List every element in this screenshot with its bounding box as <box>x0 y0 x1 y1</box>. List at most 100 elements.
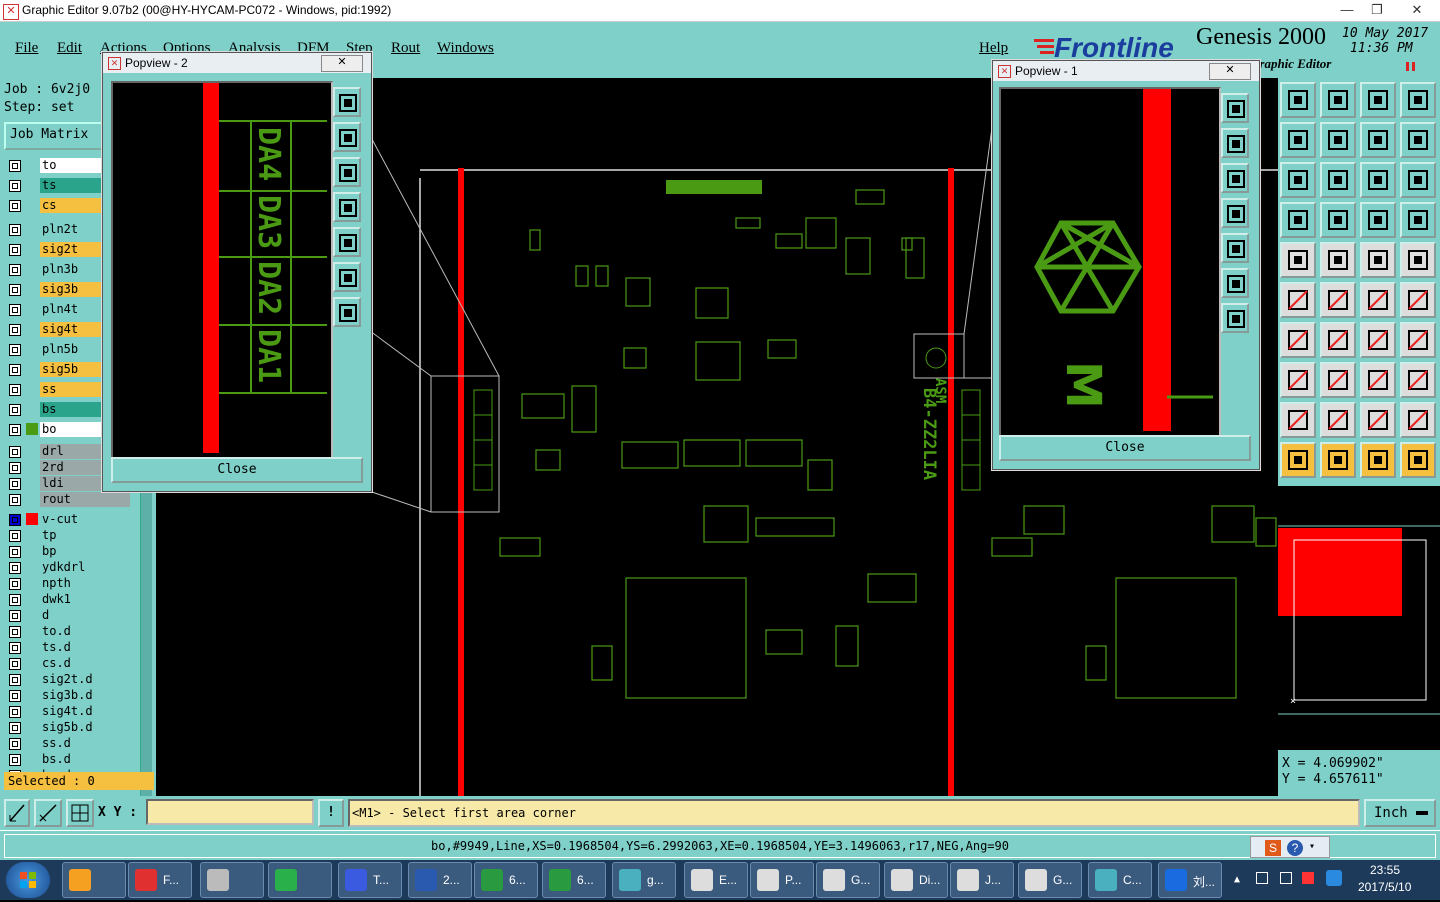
tray-network-icon[interactable] <box>1280 872 1292 884</box>
snap-tool-button[interactable] <box>4 799 30 827</box>
popview-2-close-x-button[interactable]: ✕ <box>321 55 363 72</box>
flip-tool-button[interactable] <box>1400 122 1436 158</box>
layer-checkbox[interactable] <box>9 546 21 558</box>
taskbar-item[interactable]: F... <box>128 862 192 898</box>
rotate-tool-button[interactable] <box>1360 322 1396 358</box>
layer-checkbox[interactable] <box>9 180 21 192</box>
start-button[interactable] <box>6 862 50 898</box>
triangle-tool-button[interactable] <box>1280 402 1316 438</box>
popview-1-view[interactable]: M <box>999 87 1221 437</box>
layer-checkbox[interactable] <box>9 364 21 376</box>
line-tool-button[interactable] <box>1320 322 1356 358</box>
swap-tool-button[interactable] <box>1360 122 1396 158</box>
popview-tool-button[interactable] <box>333 262 361 292</box>
ruler-tool-button[interactable] <box>1360 242 1396 278</box>
taskbar-item[interactable]: P... <box>750 862 814 898</box>
layer-checkbox[interactable] <box>9 200 21 212</box>
taskbar-item[interactable]: 6... <box>542 862 606 898</box>
menu-help[interactable]: Help <box>979 40 1008 57</box>
layer-row-d[interactable]: d <box>6 608 130 623</box>
layer-row-npth[interactable]: npth <box>6 576 130 591</box>
layer-row-sig3b-d[interactable]: sig3b.d <box>6 688 130 703</box>
taskbar-item[interactable] <box>268 862 332 898</box>
popview-1-close-button[interactable]: Close <box>999 435 1251 461</box>
taskbar-item[interactable]: g... <box>612 862 676 898</box>
help-tool-button[interactable] <box>1400 162 1436 198</box>
layer-checkbox[interactable] <box>9 324 21 336</box>
measure-tool-button[interactable] <box>1280 202 1316 238</box>
layer-checkbox[interactable] <box>9 462 21 474</box>
layers-tool-button[interactable] <box>1360 202 1396 238</box>
tray-app-icon[interactable] <box>1302 872 1314 884</box>
popview-2-view[interactable]: DA4 DA3 DA2 DA1 <box>111 81 333 459</box>
route2-tool-button[interactable] <box>1400 282 1436 318</box>
popview-tool-button[interactable] <box>1221 163 1249 193</box>
layer-checkbox[interactable] <box>9 754 21 766</box>
popview-2-close-button[interactable]: Close <box>111 457 363 483</box>
popview-1-close-x-button[interactable]: ✕ <box>1209 63 1251 80</box>
taskbar-item[interactable]: 2... <box>408 862 472 898</box>
clock-date[interactable]: 2017/5/10 <box>1358 880 1411 894</box>
popview-tool-button[interactable] <box>1221 128 1249 158</box>
layer-row-tp[interactable]: tp <box>6 528 130 543</box>
arrow-r-tool-button[interactable] <box>1400 402 1436 438</box>
layer-checkbox[interactable] <box>9 706 21 718</box>
layer-row-ydkdrl[interactable]: ydkdrl <box>6 560 130 575</box>
layer-row-bs-d[interactable]: bs.d <box>6 752 130 767</box>
home-tool-button[interactable] <box>1360 82 1396 118</box>
layer-row-sig2t-d[interactable]: sig2t.d <box>6 672 130 687</box>
layer-checkbox[interactable] <box>9 244 21 256</box>
mirror-tool-button[interactable] <box>1400 322 1436 358</box>
help-icon[interactable]: ? <box>1287 840 1303 856</box>
layer-row-to-d[interactable]: to.d <box>6 624 130 639</box>
layer-row-bp[interactable]: bp <box>6 544 130 559</box>
layer-checkbox[interactable] <box>9 264 21 276</box>
zoom-in-tool-button[interactable] <box>1280 82 1316 118</box>
layer-row-cs-d[interactable]: cs.d <box>6 656 130 671</box>
route-tool-button[interactable] <box>1360 282 1396 318</box>
net-tool-button[interactable] <box>1280 282 1316 318</box>
taskbar-item[interactable]: 6... <box>474 862 538 898</box>
layer-row-dwk1[interactable]: dwk1 <box>6 592 130 607</box>
pad-tool-button[interactable] <box>1400 242 1436 278</box>
popview-tool-button[interactable] <box>333 122 361 152</box>
menu-file[interactable]: File <box>15 40 38 57</box>
arrow-a-tool-button[interactable] <box>1360 402 1396 438</box>
cursor-path-tool-button[interactable] <box>1400 442 1436 478</box>
shapes-tool-button[interactable] <box>1400 362 1436 398</box>
taskbar-item[interactable]: G... <box>816 862 880 898</box>
triangle-a-tool-button[interactable] <box>1320 402 1356 438</box>
cross-tool-button[interactable] <box>1320 282 1356 318</box>
layer-checkbox[interactable] <box>9 384 21 396</box>
select-tool-button[interactable] <box>1280 242 1316 278</box>
menu-arrow-icon[interactable]: ▾ <box>1309 841 1315 852</box>
popview-tool-button[interactable] <box>333 227 361 257</box>
layer-checkbox[interactable] <box>9 562 21 574</box>
layer-checkbox[interactable] <box>9 594 21 606</box>
center-tool-button[interactable] <box>1320 162 1356 198</box>
taskbar-item[interactable]: J... <box>950 862 1014 898</box>
angle-tool-button[interactable] <box>1280 322 1316 358</box>
cursor-tool-button[interactable] <box>1280 442 1316 478</box>
layer-checkbox[interactable] <box>9 478 21 490</box>
alert-button[interactable]: ! <box>318 799 344 827</box>
taskbar-item[interactable] <box>200 862 264 898</box>
scale-tool-button[interactable] <box>1360 162 1396 198</box>
units-selector[interactable]: Inch <box>1364 799 1436 827</box>
line-select-tool-button[interactable] <box>1320 202 1356 238</box>
connect-tool-button[interactable] <box>1360 362 1396 398</box>
popview-tool-button[interactable] <box>333 157 361 187</box>
popview-tool-button[interactable] <box>333 87 361 117</box>
maximize-button[interactable]: ❐ <box>1362 0 1392 20</box>
close-window-button[interactable]: ✕ <box>1402 0 1432 20</box>
layer-checkbox[interactable] <box>9 658 21 670</box>
layer-row-v-cut[interactable]: v-cut <box>6 512 130 527</box>
layer-checkbox[interactable] <box>9 424 21 436</box>
menu-rout[interactable]: Rout <box>391 40 420 57</box>
layer-checkbox[interactable] <box>9 284 21 296</box>
popview-tool-button[interactable] <box>1221 93 1249 123</box>
layer-checkbox[interactable] <box>9 494 21 506</box>
measure-tool-button[interactable] <box>34 799 62 827</box>
layer-row-rout[interactable]: rout <box>6 492 130 507</box>
layer-checkbox[interactable] <box>9 722 21 734</box>
